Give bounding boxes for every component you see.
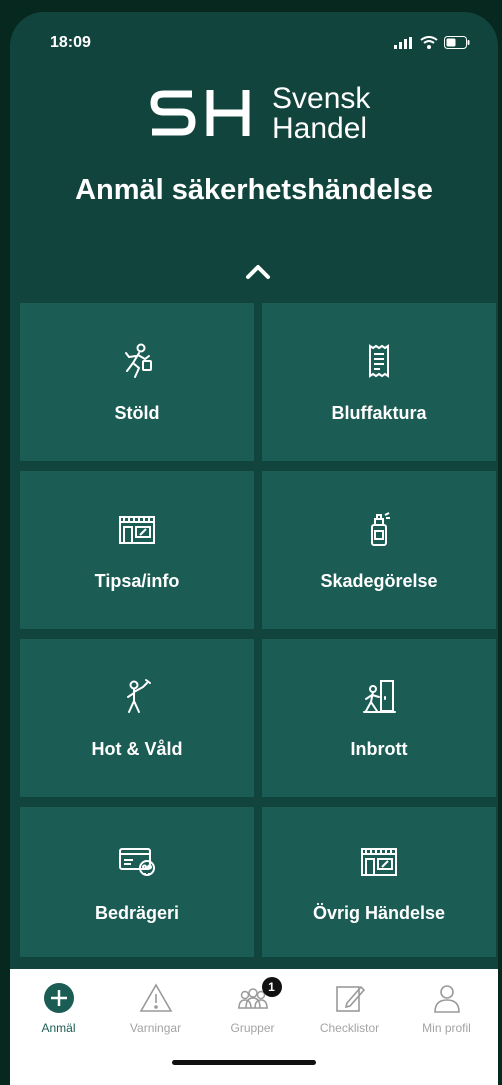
tab-label-anmal: Anmäl <box>41 1021 76 1035</box>
category-label-inbrott: Inbrott <box>350 738 408 759</box>
storefront-icon <box>361 847 397 876</box>
status-time: 18:09 <box>50 34 91 51</box>
plus-circle-icon <box>43 983 74 1013</box>
app-screen: 18:09 Svensk Handel Anmäl säkerhetshände… <box>10 12 498 1085</box>
logo-line-svensk: Svensk <box>272 82 371 115</box>
logo-line-handel: Handel <box>272 112 368 145</box>
tab-anmal[interactable]: Anmäl <box>10 981 107 1035</box>
wifi-icon <box>420 36 438 49</box>
category-label-skadegorelse: Skadegörelse <box>320 570 438 591</box>
notification-badge: 1 <box>261 977 282 997</box>
tab-label-checklistor: Checklistor <box>319 1021 380 1035</box>
threat-person-icon <box>127 678 151 713</box>
category-tile-inbrott[interactable]: Inbrott <box>262 639 496 797</box>
category-tile-tipsa-info[interactable]: Tipsa/info <box>20 471 254 629</box>
tab-label-varningar: Varningar <box>129 1021 182 1035</box>
category-tile-bluffaktura[interactable]: Bluffaktura <box>262 303 496 461</box>
spray-can-icon <box>371 511 390 546</box>
edit-note-icon <box>335 985 365 1012</box>
category-tile-hot-vald[interactable]: Hot & Våld <box>20 639 254 797</box>
running-thief-icon <box>125 343 152 378</box>
battery-icon <box>444 36 470 49</box>
tab-min-profil[interactable]: Min profil <box>398 981 495 1035</box>
page-title: Anmäl säkerhetshändelse <box>75 174 433 206</box>
receipt-icon <box>369 343 389 378</box>
bottom-tab-bar: Anmäl Varningar 1 Grupper Checklistor Mi… <box>10 969 498 1085</box>
category-tile-skadegorelse[interactable]: Skadegörelse <box>262 471 496 629</box>
break-in-door-icon <box>363 679 396 713</box>
category-label-bedrageri: Bedrägeri <box>94 902 180 923</box>
card-skull-icon <box>119 847 155 876</box>
category-tile-stold[interactable]: Stöld <box>20 303 254 461</box>
category-label-bluffaktura: Bluffaktura <box>331 402 427 423</box>
chevron-up-icon[interactable] <box>243 259 273 283</box>
category-label-stold: Stöld <box>114 402 160 423</box>
tab-varningar[interactable]: Varningar <box>107 981 204 1035</box>
home-indicator <box>172 1060 316 1065</box>
cellular-signal-icon <box>394 36 412 49</box>
sh-logo-mark <box>150 90 250 136</box>
storefront-icon <box>119 515 155 544</box>
category-label-tipsa-info: Tipsa/info <box>94 570 180 591</box>
tab-checklistor[interactable]: Checklistor <box>301 981 398 1035</box>
tab-label-grupper: Grupper <box>230 1021 275 1035</box>
status-bar: 18:09 <box>10 30 498 60</box>
category-tile-ovrig-handelse[interactable]: Övrig Händelse <box>262 807 496 957</box>
tab-grupper[interactable]: 1 Grupper <box>204 977 301 1035</box>
category-label-hot-vald: Hot & Våld <box>91 738 183 759</box>
warning-triangle-icon <box>139 983 172 1012</box>
svensk-handel-logo: Svensk Handel <box>146 82 370 146</box>
category-tile-bedrageri[interactable]: Bedrägeri <box>20 807 254 957</box>
tab-label-min-profil: Min profil <box>422 1021 471 1035</box>
category-label-ovrig-handelse: Övrig Händelse <box>312 902 446 923</box>
person-icon <box>433 985 460 1013</box>
